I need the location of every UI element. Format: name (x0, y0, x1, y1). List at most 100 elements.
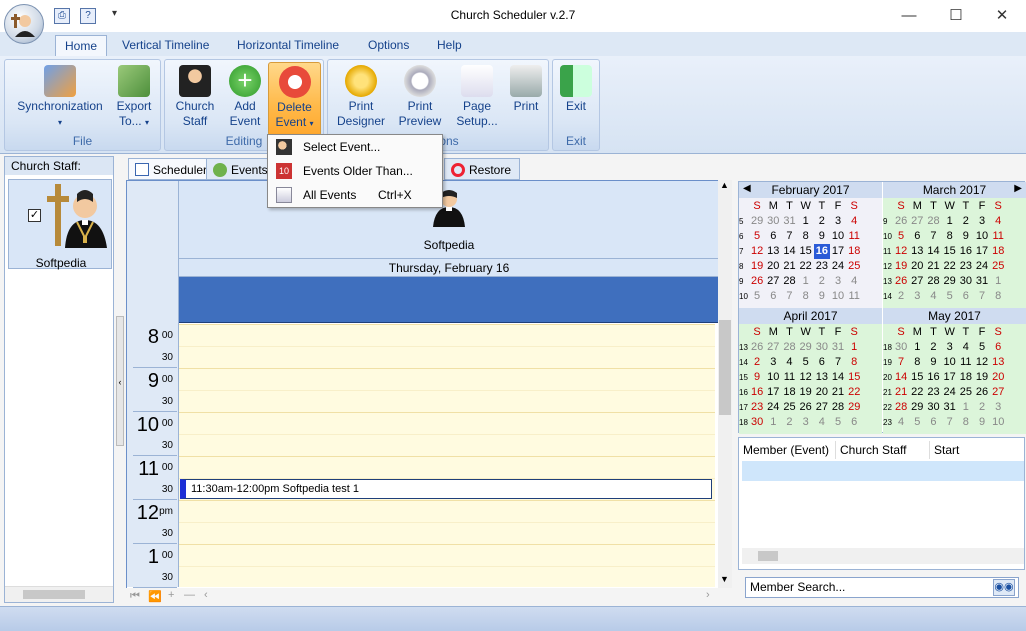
tab-help[interactable]: Help (428, 35, 471, 56)
day-cell[interactable]: 16 (958, 244, 974, 259)
day-cell[interactable]: 6 (765, 289, 781, 304)
day-cell[interactable]: 23 (814, 259, 830, 274)
day-cell[interactable]: 8 (958, 415, 974, 430)
members-hscroll[interactable] (742, 548, 1024, 564)
day-cell[interactable]: 25 (846, 259, 862, 274)
day-cell[interactable]: 29 (798, 340, 814, 355)
day-cell[interactable]: 10 (974, 229, 990, 244)
day-cell[interactable]: 8 (990, 289, 1006, 304)
nav-first-icon[interactable]: ⏮ (130, 590, 140, 603)
next-month-icon[interactable]: ▶ (1014, 183, 1022, 194)
day-cell[interactable]: 21 (830, 385, 846, 400)
day-cell[interactable]: 20 (909, 259, 925, 274)
day-cell[interactable]: 12 (893, 244, 909, 259)
day-cell[interactable]: 17 (974, 244, 990, 259)
day-cell[interactable]: 31 (974, 274, 990, 289)
day-cell[interactable]: 24 (942, 385, 958, 400)
menu-item-select-event[interactable]: Select Event... (270, 136, 440, 158)
day-cell[interactable]: 10 (942, 355, 958, 370)
day-cell[interactable]: 29 (846, 400, 862, 415)
day-cell[interactable]: 26 (974, 385, 990, 400)
day-cell[interactable]: 29 (909, 400, 925, 415)
day-cell[interactable]: 10 (765, 370, 781, 385)
scheduler-vscroll[interactable]: ▲ ▼ (718, 180, 732, 588)
day-cell[interactable]: 6 (765, 229, 781, 244)
day-cell[interactable]: 15 (909, 370, 925, 385)
day-cell[interactable]: 7 (781, 289, 797, 304)
day-cell[interactable]: 4 (781, 355, 797, 370)
day-cell[interactable]: 5 (909, 415, 925, 430)
day-cell[interactable]: 17 (765, 385, 781, 400)
day-cell[interactable]: 1 (846, 340, 862, 355)
day-cell[interactable]: 28 (781, 340, 797, 355)
day-cell[interactable]: 1 (798, 274, 814, 289)
day-cell[interactable]: 4 (846, 214, 862, 229)
print-preview-button[interactable]: Print Preview (392, 62, 448, 134)
day-cell[interactable]: 24 (830, 259, 846, 274)
day-cell[interactable]: 12 (798, 370, 814, 385)
day-cell[interactable]: 18 (846, 244, 862, 259)
day-cell[interactable]: 26 (749, 274, 765, 289)
day-cell[interactable]: 30 (925, 400, 941, 415)
day-cell[interactable]: 27 (814, 400, 830, 415)
day-cell[interactable]: 24 (974, 259, 990, 274)
app-menu-button[interactable] (4, 4, 44, 44)
nav-remove-icon[interactable]: — (184, 589, 195, 601)
day-cell[interactable]: 20 (814, 385, 830, 400)
nav-prev-icon[interactable]: ⏪ (148, 590, 162, 603)
day-cell[interactable]: 17 (942, 370, 958, 385)
month-grid[interactable]: S M T W T F S 5 29 30 31 1 2 3 4 6 5 6 7 8 9 10 11 7 12 13 14 15 16 1… (739, 199, 862, 304)
staff-card[interactable]: ✓ Softpedia (8, 179, 112, 270)
day-cell[interactable]: 2 (814, 214, 830, 229)
add-event-button[interactable]: + Add Event (223, 62, 267, 134)
minimize-icon[interactable]: — (886, 0, 932, 30)
page-setup-button[interactable]: Page Setup... (450, 62, 504, 134)
day-cell[interactable]: 25 (958, 385, 974, 400)
day-cell[interactable]: 12 (974, 355, 990, 370)
day-cell[interactable]: 26 (893, 214, 909, 229)
day-cell[interactable]: 6 (846, 415, 862, 430)
day-cell[interactable]: 30 (893, 340, 909, 355)
day-cell[interactable]: 27 (765, 274, 781, 289)
day-cell[interactable]: 8 (909, 355, 925, 370)
day-cell[interactable]: 1 (765, 415, 781, 430)
day-cell[interactable]: 8 (798, 289, 814, 304)
day-cell[interactable]: 4 (846, 274, 862, 289)
day-cell[interactable]: 3 (974, 214, 990, 229)
day-cell[interactable]: 1 (942, 214, 958, 229)
day-cell[interactable]: 14 (925, 244, 941, 259)
day-cell[interactable]: 10 (830, 289, 846, 304)
day-cell[interactable]: 8 (846, 355, 862, 370)
month-grid[interactable]: S M T W T F S 13 26 27 28 29 30 31 1 14 2 3 4 5 6 7 8 15 9 10 11 12… (739, 325, 862, 430)
day-cell[interactable]: 26 (798, 400, 814, 415)
church-staff-button[interactable]: Church Staff (169, 62, 221, 134)
day-cell[interactable]: 4 (893, 415, 909, 430)
day-cell[interactable]: 23 (749, 400, 765, 415)
binoculars-icon[interactable]: ◉◉ (993, 579, 1015, 596)
export-to-button[interactable]: Export To... ▾ (111, 62, 157, 134)
day-cell[interactable]: 18 (990, 244, 1006, 259)
day-cell[interactable]: 11 (846, 289, 862, 304)
qat-dropdown-icon[interactable]: ▾ (112, 8, 117, 19)
day-cell[interactable]: 19 (893, 259, 909, 274)
day-cell[interactable]: 5 (798, 355, 814, 370)
day-cell[interactable]: 30 (814, 340, 830, 355)
day-cell[interactable]: 1 (798, 214, 814, 229)
tab-horizontal-timeline[interactable]: Horizontal Timeline (228, 35, 348, 56)
day-cell[interactable]: 16 (813, 244, 830, 259)
day-cell[interactable]: 3 (798, 415, 814, 430)
print-quick-icon[interactable]: ⎙ (54, 8, 70, 24)
day-cell[interactable]: 25 (781, 400, 797, 415)
prev-month-icon[interactable]: ◀ (743, 183, 751, 194)
tab-home[interactable]: Home (55, 35, 108, 56)
day-cell[interactable]: 13 (909, 244, 925, 259)
maximize-icon[interactable]: ☐ (933, 0, 979, 30)
day-cell[interactable]: 3 (942, 340, 958, 355)
day-cell[interactable]: 4 (925, 289, 941, 304)
day-cell[interactable]: 24 (765, 400, 781, 415)
time-grid[interactable] (179, 324, 715, 587)
day-cell[interactable]: 15 (798, 244, 814, 259)
day-cell[interactable]: 31 (830, 340, 846, 355)
day-cell[interactable]: 8 (942, 229, 958, 244)
day-cell[interactable]: 20 (765, 259, 781, 274)
